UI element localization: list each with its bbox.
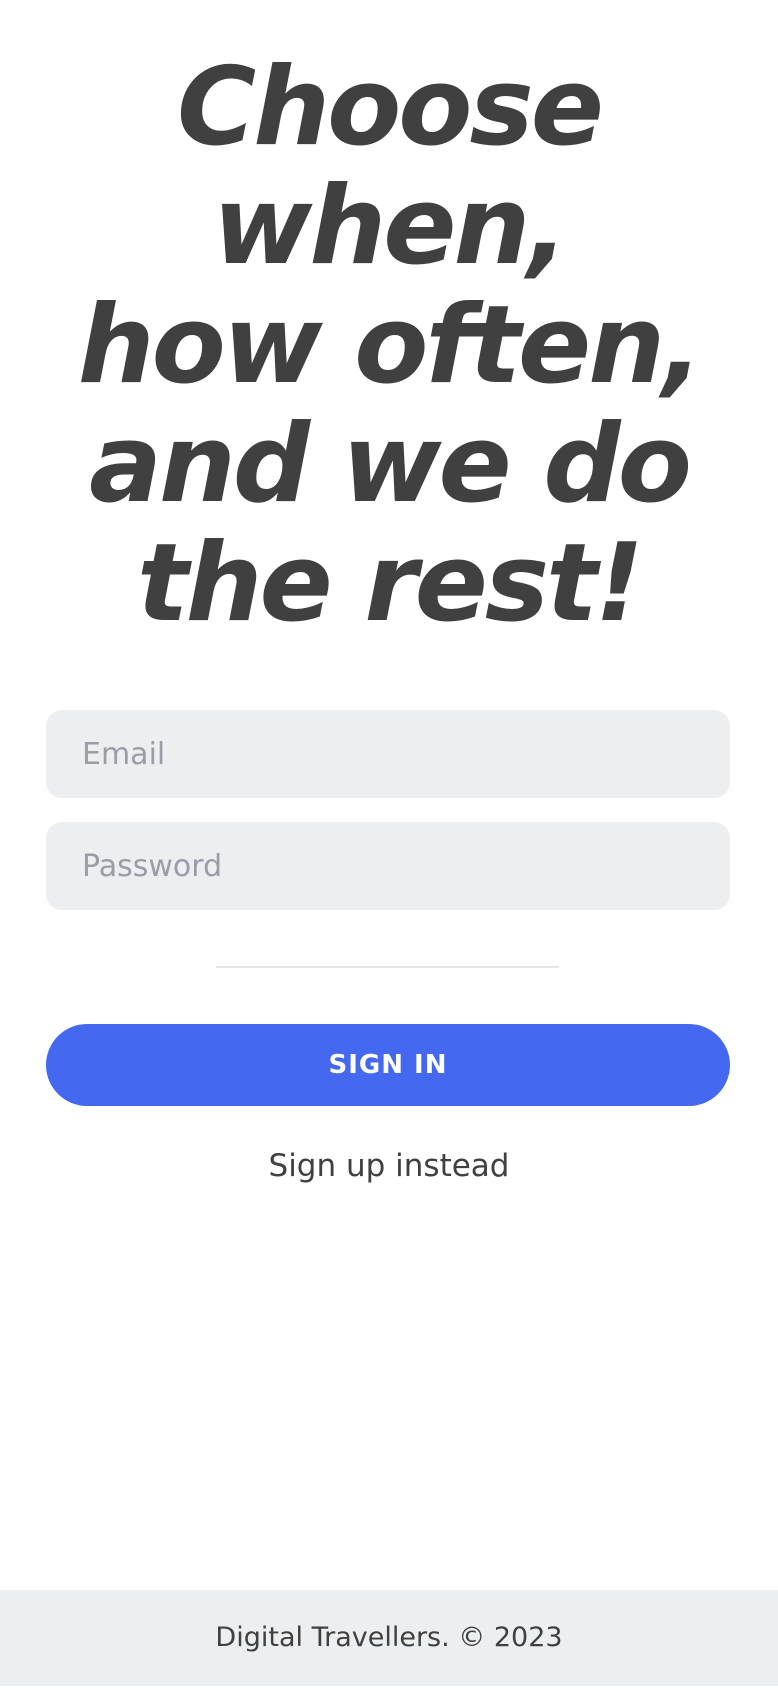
sign-up-link[interactable]: Sign up instead — [0, 1148, 778, 1184]
footer-copyright: Digital Travellers. © 2023 — [215, 1622, 563, 1653]
hero-line: the rest! — [136, 521, 644, 646]
divider — [216, 966, 559, 968]
hero-heading: Choose when, how often, and we do the re… — [0, 48, 778, 643]
password-field[interactable] — [46, 822, 730, 910]
footer: Digital Travellers. © 2023 — [0, 1590, 778, 1686]
hero-line: how often, — [77, 283, 703, 408]
hero-line: and we do — [89, 402, 692, 527]
email-field[interactable] — [46, 710, 730, 798]
hero-line: Choose — [176, 45, 604, 170]
hero-line: when, — [212, 164, 569, 289]
sign-in-button[interactable]: SIGN IN — [46, 1024, 730, 1106]
